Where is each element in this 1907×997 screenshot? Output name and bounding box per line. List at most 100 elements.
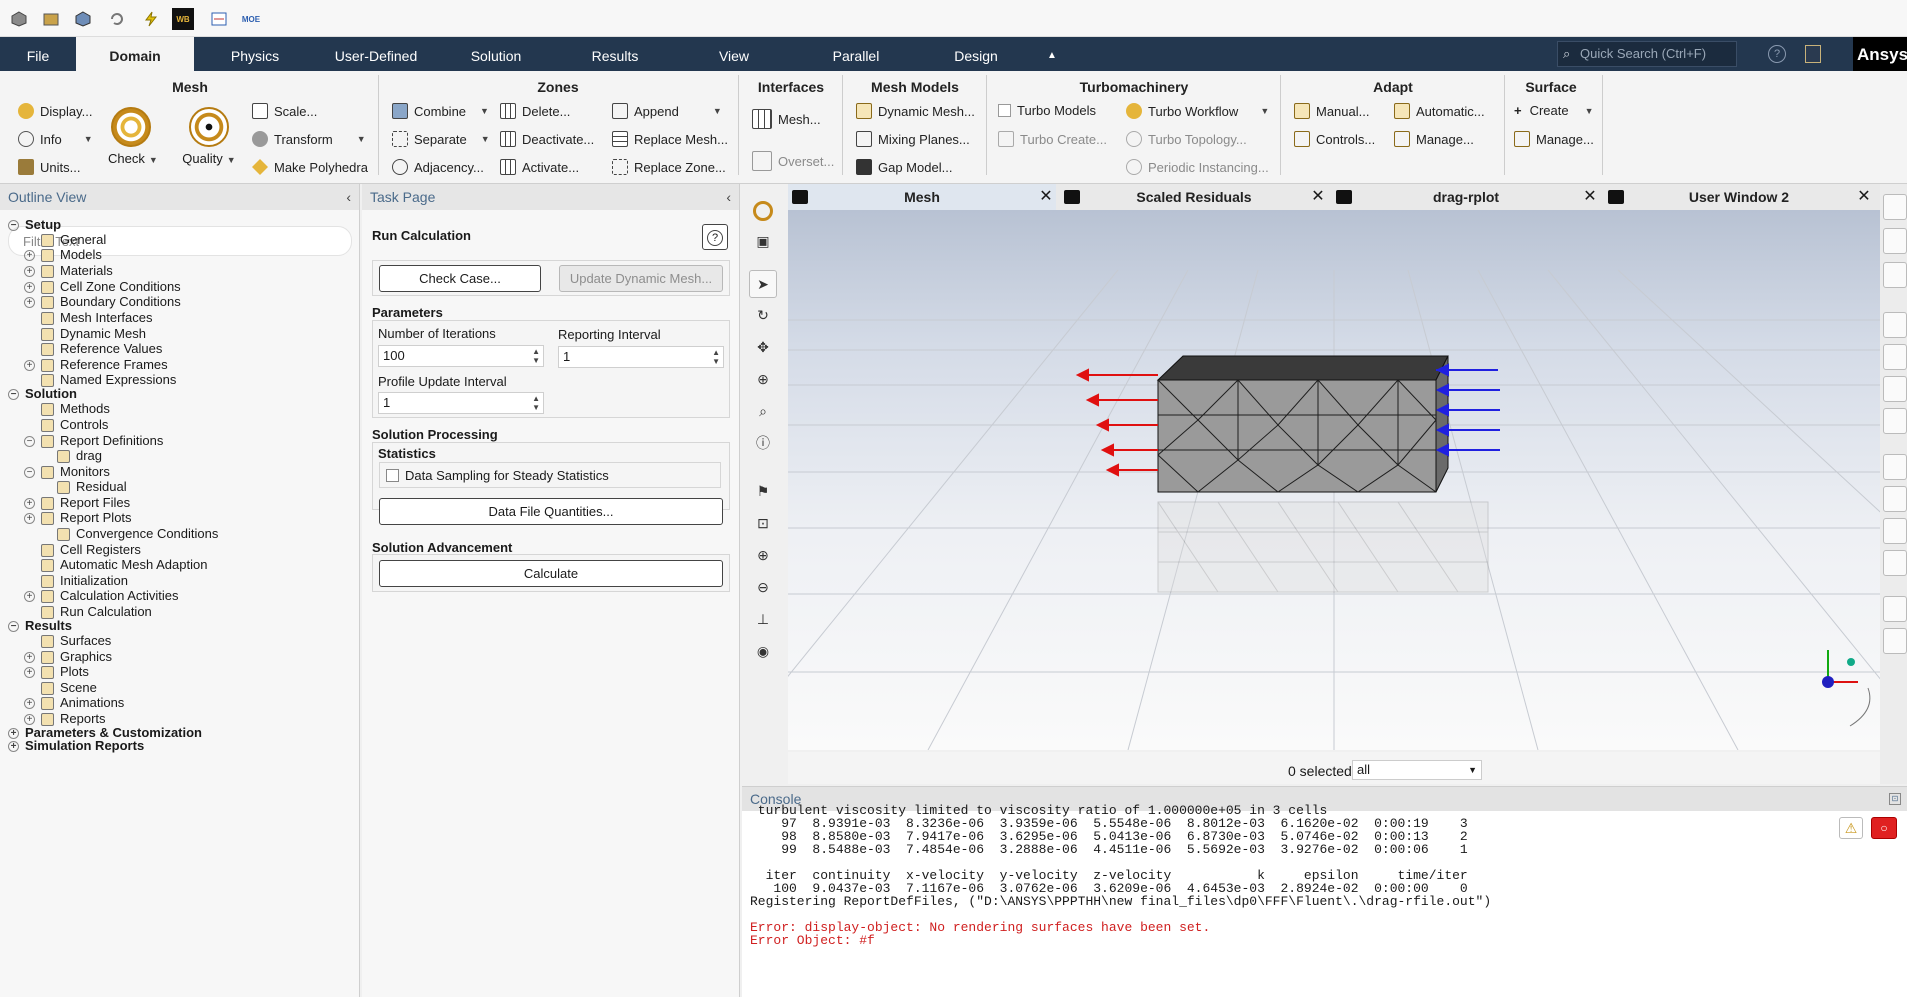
tree-item-simulation-reports[interactable]: + Simulation Reports <box>8 737 144 755</box>
report-icon[interactable] <box>1883 518 1907 544</box>
lightning-icon[interactable] <box>140 8 162 30</box>
warning-icon[interactable]: ⚠ <box>1839 817 1863 839</box>
collapse-icon[interactable]: − <box>24 435 35 447</box>
expand-icon[interactable]: + <box>24 296 35 308</box>
num-iterations-input[interactable]: 100 ▲ ▼ <box>378 345 544 367</box>
expand-icon[interactable]: + <box>24 697 35 709</box>
expand-icon[interactable]: + <box>24 590 35 602</box>
collapse-panel-icon[interactable]: ‹ <box>346 184 351 210</box>
expand-icon[interactable]: + <box>24 713 35 725</box>
units-button[interactable]: Units... <box>18 159 80 175</box>
eye-icon[interactable] <box>1883 312 1907 338</box>
expand-icon[interactable]: + <box>24 359 35 371</box>
close-icon[interactable]: ✕ <box>1036 184 1056 210</box>
view-oval-icon[interactable] <box>1883 262 1907 288</box>
collapse-icon[interactable]: − <box>8 620 19 632</box>
magnify-icon[interactable]: ⌕ <box>749 398 777 426</box>
replace-zone-button[interactable]: Replace Zone... <box>612 159 726 175</box>
surface-manage-button[interactable]: Manage... <box>1514 131 1594 147</box>
expand-icon[interactable]: + <box>24 281 35 293</box>
zoom-in-icon[interactable]: ⊕ <box>749 542 777 570</box>
tab-drag-rplot[interactable]: drag-rplot <box>1332 184 1600 210</box>
display-gear-icon[interactable] <box>749 198 777 226</box>
tab-scaled-residuals[interactable]: Scaled Residuals <box>1060 184 1328 210</box>
expand-icon[interactable]: + <box>8 740 19 752</box>
open-case-icon[interactable] <box>40 8 62 30</box>
ep-icon[interactable] <box>208 8 230 30</box>
expand-icon[interactable]: + <box>24 265 35 277</box>
zoom-box-icon[interactable]: ⊕ <box>749 366 777 394</box>
plot-icon[interactable] <box>1883 454 1907 480</box>
flag-icon[interactable]: ⚑ <box>749 478 777 506</box>
help-button[interactable]: ? <box>702 224 728 250</box>
hide-eye-icon[interactable] <box>1883 344 1907 370</box>
rotate-icon[interactable]: ↻ <box>749 302 777 330</box>
turbo-workflow-button[interactable]: Turbo Workflow ▼ <box>1126 103 1269 119</box>
collapse-icon[interactable]: − <box>8 388 19 400</box>
adapt-automatic-button[interactable]: Automatic... <box>1394 103 1485 119</box>
scale-button[interactable]: Scale... <box>252 103 317 119</box>
update-dynamic-mesh-button[interactable]: Update Dynamic Mesh... <box>559 265 723 292</box>
dynamic-mesh-button[interactable]: Dynamic Mesh... <box>856 103 975 119</box>
spinner-icon[interactable]: ▲ ▼ <box>712 348 720 366</box>
profile-update-input[interactable]: 1 ▲ ▼ <box>378 392 544 414</box>
spinner-icon[interactable]: ▲ ▼ <box>532 394 540 412</box>
record-icon[interactable] <box>1883 628 1907 654</box>
menu-physics[interactable]: Physics <box>196 37 314 71</box>
replace-mesh-button[interactable]: Replace Mesh... <box>612 131 728 147</box>
display-button[interactable]: Display... <box>18 103 93 119</box>
adapt-controls-button[interactable]: Controls... <box>1294 131 1375 147</box>
adapt-manual-button[interactable]: Manual... <box>1294 103 1369 119</box>
transform-button[interactable]: Transform ▼ <box>252 131 366 147</box>
collapse-panel-icon[interactable]: ‹ <box>726 184 731 210</box>
close-icon[interactable]: ✕ <box>1580 184 1600 210</box>
menu-results[interactable]: Results <box>554 37 676 71</box>
combine-button[interactable]: Combine ▼ <box>392 103 489 119</box>
stop-icon[interactable]: ○ <box>1871 817 1897 839</box>
view-disc-icon[interactable] <box>1883 194 1907 220</box>
expand-icon[interactable]: + <box>24 497 35 509</box>
pan-icon[interactable]: ✥ <box>749 334 777 362</box>
data-file-quantities-button[interactable]: Data File Quantities... <box>379 498 723 525</box>
turbo-models-checkbox[interactable]: Turbo Models <box>998 103 1096 118</box>
collapse-icon[interactable]: − <box>24 466 35 478</box>
calculate-button[interactable]: Calculate <box>379 560 723 587</box>
expand-icon[interactable]: + <box>24 249 35 261</box>
view-half-icon[interactable] <box>1883 228 1907 254</box>
axes-icon[interactable]: ⊥ <box>749 606 777 634</box>
close-icon[interactable]: ✕ <box>1308 184 1328 210</box>
close-icon[interactable]: ✕ <box>1854 184 1874 210</box>
menu-domain[interactable]: Domain <box>76 37 194 71</box>
separate-button[interactable]: Separate ▼ <box>392 131 490 147</box>
save-case-icon[interactable] <box>72 8 94 30</box>
probe-info-icon[interactable]: ⓘ <box>749 430 777 458</box>
tab-user-window-2[interactable]: User Window 2 <box>1604 184 1874 210</box>
graphics-viewport[interactable] <box>788 210 1880 750</box>
collapse-ribbon-icon[interactable]: ▲ <box>1040 37 1064 71</box>
periodic-instancing-button[interactable]: Periodic Instancing... <box>1126 159 1269 175</box>
menu-parallel[interactable]: Parallel <box>792 37 920 71</box>
maximize-icon[interactable]: ⊡ <box>1889 793 1901 805</box>
pointer-icon[interactable]: ➤ <box>749 270 777 298</box>
fit-window-icon[interactable]: ⊡ <box>749 510 777 538</box>
make-polyhedra-button[interactable]: Make Polyhedra <box>252 159 368 175</box>
undo-icon[interactable] <box>1883 408 1907 434</box>
interface-mesh-button[interactable]: Mesh... <box>752 109 821 129</box>
quick-search-input[interactable]: ⌕ Quick Search (Ctrl+F) <box>1557 41 1737 67</box>
spinner-icon[interactable]: ▲ ▼ <box>532 347 540 365</box>
check-case-button[interactable]: Check Case... <box>379 265 541 292</box>
tab-mesh[interactable]: Mesh <box>788 184 1056 210</box>
quality-button[interactable]: Quality ▼ <box>178 107 240 166</box>
copy-view-icon[interactable]: ▣ <box>749 228 777 256</box>
menu-solution[interactable]: Solution <box>438 37 554 71</box>
console[interactable]: Console ⊡ turbulent viscosity limited to… <box>742 786 1907 997</box>
layout-icon[interactable] <box>1805 45 1821 63</box>
expand-icon[interactable]: + <box>24 512 35 524</box>
menu-design[interactable]: Design <box>920 37 1032 71</box>
copy-icon[interactable] <box>1883 596 1907 622</box>
menu-view[interactable]: View <box>676 37 792 71</box>
deactivate-button[interactable]: Deactivate... <box>500 131 594 147</box>
refresh-icon[interactable] <box>106 8 128 30</box>
zoom-out-icon[interactable]: ⊖ <box>749 574 777 602</box>
overset-button[interactable]: Overset... <box>752 151 834 171</box>
